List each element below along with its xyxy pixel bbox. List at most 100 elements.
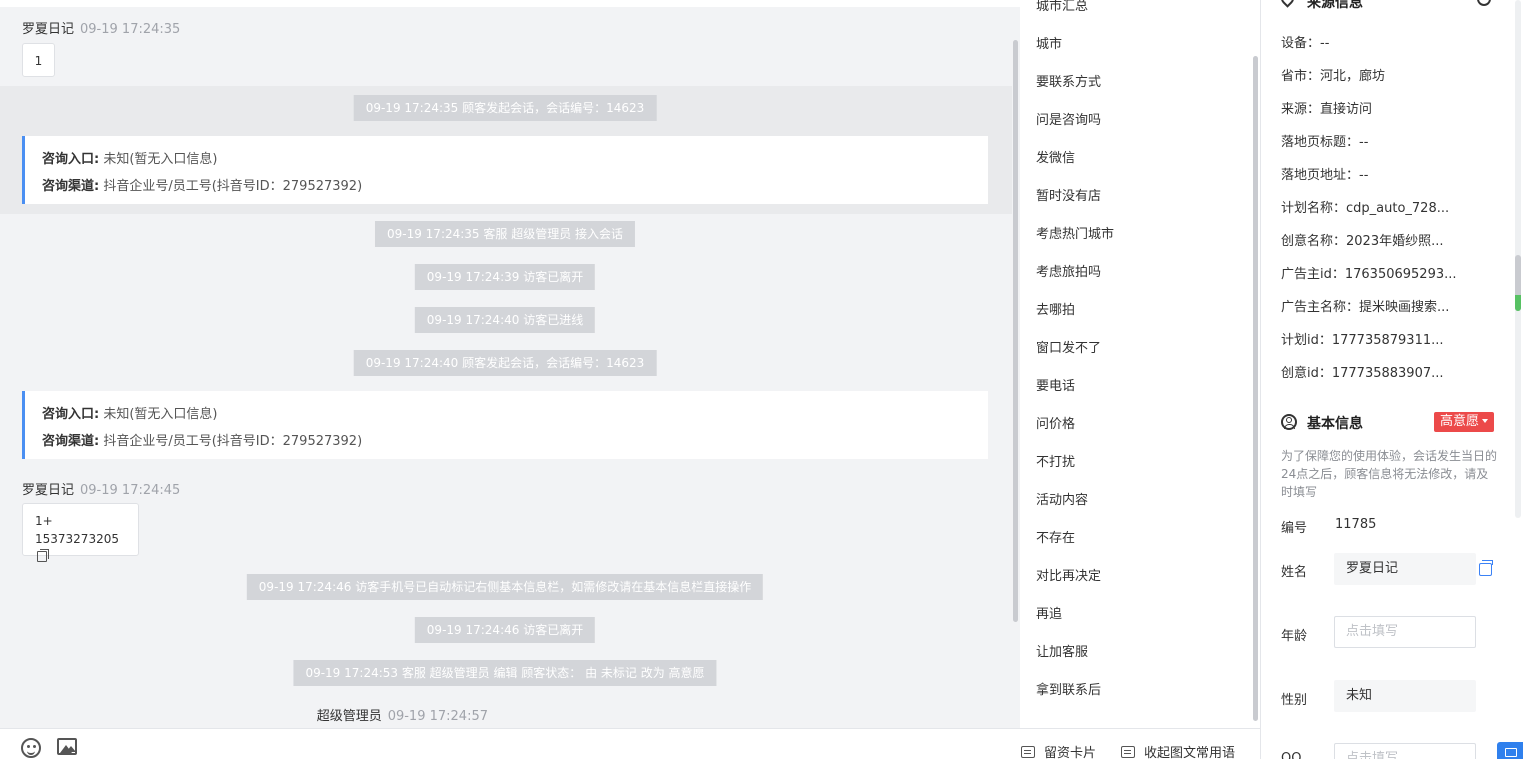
copy-icon[interactable] <box>1479 560 1493 576</box>
entry-value: 未知(暂无入口信息) <box>103 407 218 422</box>
consult-info-card: 咨询入口: 未知(暂无入口信息) 咨询渠道: 抖音企业号/员工号(抖音号ID：2… <box>22 391 988 459</box>
source-row-creative-id: 创意id：177735883907... <box>1281 366 1444 381</box>
agent-message-header: 超级管理员 09-19 17:24:57 <box>317 705 488 724</box>
system-message: 09-19 17:24:53 客服 超级管理员 编辑 顾客状态： 由 未标记 改… <box>293 660 717 686</box>
leave-card-label: 留资卡片 <box>1044 746 1097 759</box>
customer-info-panel: 来源信息 设备：-- 省市：河北，廊坊 来源：直接访问 落地页标题：-- 落地页… <box>1260 0 1523 759</box>
message-bubble: 1 <box>22 43 55 77</box>
location-pin-icon <box>1278 0 1297 8</box>
message-bubble: 1+ 15373273205 <box>22 503 139 562</box>
leave-card-button[interactable]: 留资卡片 <box>1021 742 1096 759</box>
channel-label: 咨询渠道: <box>42 179 100 194</box>
channel-value: 抖音企业号/员工号(抖音号ID：279527392) <box>103 434 363 449</box>
quick-reply-item[interactable]: 拿到联系后 <box>1036 679 1101 698</box>
system-message: 09-19 17:24:40 访客已进线 <box>414 307 596 333</box>
message-text: 1+ <box>35 514 53 528</box>
input-toolbar: 留资卡片 收起图文常用语 <box>0 728 1260 759</box>
quick-reply-item[interactable]: 对比再决定 <box>1036 565 1101 584</box>
entry-label: 咨询入口: <box>42 407 100 422</box>
quick-reply-item[interactable]: 再追 <box>1036 603 1062 622</box>
collapse-phrases-button[interactable]: 收起图文常用语 <box>1121 742 1235 759</box>
age-field[interactable]: 点击填写 <box>1334 616 1476 648</box>
quick-reply-item[interactable]: 问价格 <box>1036 413 1075 432</box>
quick-reply-item[interactable]: 考虑旅拍吗 <box>1036 261 1101 280</box>
message-time: 09-19 17:24:45 <box>80 483 181 498</box>
qq-label: QQ <box>1281 751 1302 759</box>
quick-reply-item[interactable]: 考虑热门城市 <box>1036 223 1114 242</box>
quick-reply-item[interactable]: 活动内容 <box>1036 489 1088 508</box>
source-row-plan-id: 计划id：177735879311... <box>1281 333 1444 348</box>
source-row-landing-title: 落地页标题：-- <box>1281 135 1369 150</box>
sender-name: 罗夏日记 <box>22 483 75 498</box>
quick-reply-item[interactable]: 发微信 <box>1036 147 1075 166</box>
basic-info-title: 基本信息 <box>1307 416 1363 432</box>
source-row-creative-name: 创意名称：2023年婚纱照... <box>1281 234 1444 249</box>
source-row-plan-name: 计划名称：cdp_auto_728... <box>1281 201 1450 216</box>
floating-chat-icon[interactable] <box>1497 742 1523 759</box>
quick-reply-item[interactable]: 问是咨询吗 <box>1036 109 1101 128</box>
name-field[interactable]: 罗夏日记 <box>1334 553 1476 585</box>
collapse-phrases-label: 收起图文常用语 <box>1144 746 1236 759</box>
card-icon <box>1021 746 1035 758</box>
chat-top-divider <box>0 0 1020 7</box>
source-row-province: 省市：河北，廊坊 <box>1281 69 1386 84</box>
caret-down-icon <box>1482 419 1489 423</box>
id-value: 11785 <box>1335 517 1377 532</box>
sender-name: 罗夏日记 <box>22 22 75 37</box>
quick-reply-item[interactable]: 城市 <box>1036 33 1062 52</box>
system-message: 09-19 17:24:40 顾客发起会话，会话编号：14623 <box>353 350 657 376</box>
message-sender: 罗夏日记 09-19 17:24:35 <box>22 18 180 37</box>
source-row-advertiser-id: 广告主id：176350695293... <box>1281 267 1457 282</box>
system-message: 09-19 17:24:39 访客已离开 <box>414 264 596 290</box>
agent-name: 超级管理员 <box>316 709 382 724</box>
message-time: 09-19 17:24:57 <box>387 709 488 724</box>
emoji-icon[interactable] <box>21 738 41 758</box>
id-label: 编号 <box>1281 521 1308 536</box>
message-icon <box>1121 746 1135 758</box>
system-message: 09-19 17:24:35 客服 超级管理员 接入会话 <box>374 221 636 247</box>
source-row-advertiser-name: 广告主名称：提米映画搜索... <box>1281 300 1450 315</box>
channel-value: 抖音企业号/员工号(抖音号ID：279527392) <box>103 179 363 194</box>
shield-icon[interactable] <box>1477 0 1491 6</box>
quick-replies-scrollbar[interactable] <box>1253 56 1258 721</box>
channel-label: 咨询渠道: <box>42 434 100 449</box>
message-time: 09-19 17:24:35 <box>80 22 181 37</box>
quick-reply-item[interactable]: 暂时没有店 <box>1036 185 1101 204</box>
user-icon <box>1281 414 1297 430</box>
quick-reply-item[interactable]: 要联系方式 <box>1036 71 1101 90</box>
gender-field[interactable]: 未知 <box>1334 680 1476 712</box>
intent-status-dropdown[interactable]: 高意愿 <box>1434 412 1495 432</box>
message-sender: 罗夏日记 09-19 17:24:45 <box>22 479 180 498</box>
age-label: 年龄 <box>1281 629 1308 644</box>
phone-number: 15373273205 <box>35 532 119 546</box>
source-row-device: 设备：-- <box>1281 36 1330 51</box>
quick-reply-item[interactable]: 不打扰 <box>1036 451 1075 470</box>
system-message: 09-19 17:24:46 访客已离开 <box>414 617 596 643</box>
consult-info-card: 咨询入口: 未知(暂无入口信息) 咨询渠道: 抖音企业号/员工号(抖音号ID：2… <box>22 136 988 204</box>
quick-reply-item[interactable]: 让加客服 <box>1036 641 1088 660</box>
edit-notice: 为了保障您的使用体验，会话发生当日的24点之后，顾客信息将无法修改，请及时填写 <box>1281 449 1498 499</box>
source-row-source: 来源：直接访问 <box>1281 102 1373 117</box>
gender-label: 性别 <box>1281 693 1308 708</box>
quick-reply-item[interactable]: 不存在 <box>1036 527 1075 546</box>
source-info-title: 来源信息 <box>1307 0 1363 11</box>
quick-reply-item[interactable]: 城市汇总 <box>1036 0 1088 14</box>
chat-panel: 罗夏日记 09-19 17:24:35 1 09-19 17:24:35 顾客发起… <box>0 0 1020 728</box>
chat-scrollbar[interactable] <box>1013 40 1018 622</box>
system-message: 09-19 17:24:46 访客手机号已自动标记右侧基本信息栏，如需修改请在基… <box>246 574 764 600</box>
entry-label: 咨询入口: <box>42 152 100 167</box>
copy-icon[interactable] <box>37 549 49 562</box>
quick-reply-item[interactable]: 窗口发不了 <box>1036 337 1101 356</box>
scrollbar-thumb[interactable] <box>1515 255 1521 311</box>
quick-replies-panel: 城市汇总 城市 要联系方式 问是咨询吗 发微信 暂时没有店 考虑热门城市 考虑旅… <box>1020 0 1260 728</box>
quick-reply-item[interactable]: 去哪拍 <box>1036 299 1075 318</box>
intent-status-label: 高意愿 <box>1440 414 1480 429</box>
quick-reply-item[interactable]: 要电话 <box>1036 375 1075 394</box>
qq-field[interactable]: 点击填写 <box>1334 743 1476 759</box>
name-label: 姓名 <box>1281 565 1308 580</box>
info-panel-scrollbar[interactable] <box>1515 0 1521 518</box>
entry-value: 未知(暂无入口信息) <box>103 152 218 167</box>
system-message: 09-19 17:24:35 顾客发起会话，会话编号：14623 <box>353 95 657 121</box>
source-row-landing-url: 落地页地址：-- <box>1281 168 1369 183</box>
image-icon[interactable] <box>57 738 77 755</box>
